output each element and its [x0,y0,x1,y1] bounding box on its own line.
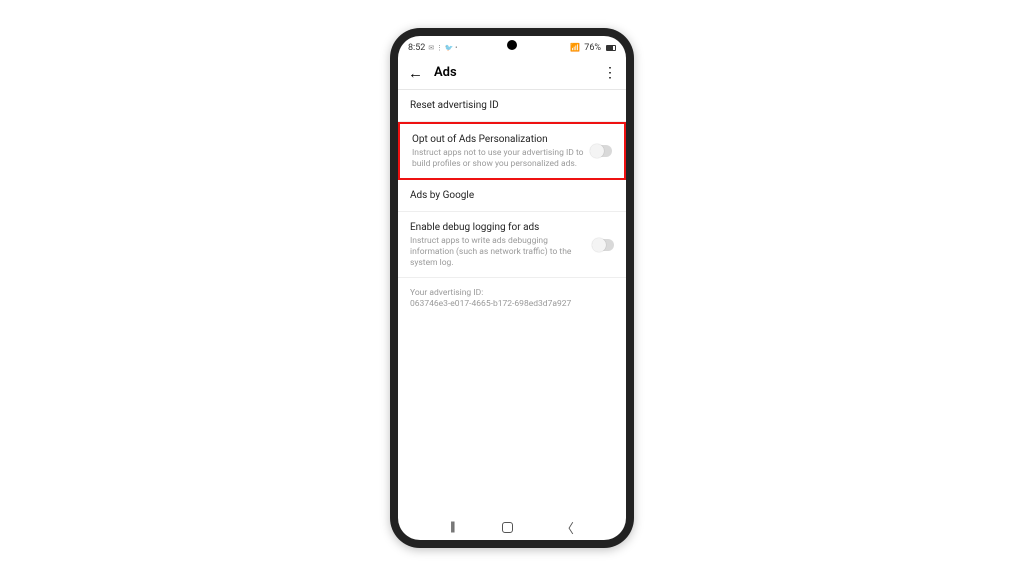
debug-logging-description: Instruct apps to write ads debugging inf… [410,236,586,268]
battery-percentage: 76% [584,43,601,53]
overflow-menu-button[interactable]: ⋮ [603,65,616,81]
wifi-icon [570,43,580,53]
advertising-id-label: Your advertising ID: [410,288,614,299]
opt-out-title: Opt out of Ads Personalization [412,133,584,146]
advertising-id-value: 063746e3-e017-4665-b172-698ed3d7a927 [410,299,614,310]
reset-advertising-id-label: Reset advertising ID [410,99,608,112]
back-button[interactable]: ← [408,64,424,82]
battery-icon [605,45,616,51]
settings-list: Reset advertising ID Opt out of Ads Pers… [398,90,626,514]
system-nav-bar: ||| 〈 [398,514,626,540]
phone-frame: 8:52 ✉ ⋮ 🐦 • 76% ← Ads ⋮ Reset advertisi… [390,28,634,548]
status-notification-icons: ✉ ⋮ 🐦 • [428,44,457,52]
reset-advertising-id-row[interactable]: Reset advertising ID [398,90,626,122]
page-title: Ads [434,65,603,80]
front-camera [507,40,517,50]
nav-recents-button[interactable]: ||| [450,520,454,535]
opt-out-toggle[interactable] [590,145,612,157]
advertising-id-block: Your advertising ID: 063746e3-e017-4665-… [398,278,626,320]
debug-logging-title: Enable debug logging for ads [410,221,586,234]
opt-out-description: Instruct apps not to use your advertisin… [412,148,584,169]
ads-by-google-row[interactable]: Ads by Google [398,180,626,212]
nav-home-button[interactable] [502,522,513,533]
debug-logging-toggle[interactable] [592,239,614,251]
app-header: ← Ads ⋮ [398,56,626,90]
ads-by-google-label: Ads by Google [410,189,608,202]
enable-debug-logging-row[interactable]: Enable debug logging for ads Instruct ap… [398,212,626,278]
status-time: 8:52 [408,43,425,53]
phone-screen: 8:52 ✉ ⋮ 🐦 • 76% ← Ads ⋮ Reset advertisi… [398,36,626,540]
nav-back-button[interactable]: 〈 [561,518,574,537]
opt-out-ads-personalization-row[interactable]: Opt out of Ads Personalization Instruct … [398,122,626,180]
